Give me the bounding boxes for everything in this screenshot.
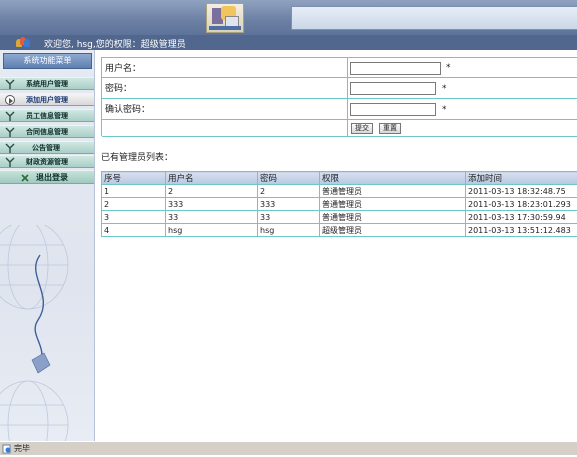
column-header: 密码 — [258, 172, 320, 185]
cell-username: 2 — [166, 185, 258, 198]
admin-table: 序号 用户名 密码 权限 添加时间 1 2 2 普通管理员 2011-03-13… — [101, 171, 577, 237]
cell-password: 333 — [258, 198, 320, 211]
username-input[interactable] — [350, 62, 441, 75]
cell-role: 普通管理员 — [320, 185, 466, 198]
sidebar: 系统功能菜单 系统用户管理 添加用户管理 员工信息管理 合同信息管理 公告管理 … — [0, 50, 95, 441]
sidebar-item-announcements[interactable]: 公告管理 — [0, 141, 95, 154]
cell-username: hsg — [166, 224, 258, 237]
welcome-bar: 欢迎您, hsg,您的权限：超级管理员 — [0, 35, 577, 50]
confirm-password-label: 确认密码： — [105, 102, 150, 115]
form-row-password: 密码： * — [102, 78, 577, 99]
cell-time: 2011-03-13 18:32:48.75 — [466, 185, 577, 198]
add-user-form: 用户名： * 密码： * 确认密码： * 提交 重置 — [101, 57, 577, 136]
status-bar: 完毕 — [0, 441, 577, 455]
page-done-icon — [2, 444, 12, 454]
cell-username: 33 — [166, 211, 258, 224]
column-header: 权限 — [320, 172, 466, 185]
table-row: 4 hsg hsg 超级管理员 2011-03-13 13:51:12.483 — [102, 224, 577, 237]
sidebar-item-label: 财政资源管理 — [26, 157, 68, 167]
table-row: 2 333 333 普通管理员 2011-03-13 18:23:01.293 — [102, 198, 577, 211]
sidebar-item-system-users[interactable]: 系统用户管理 — [0, 77, 95, 90]
antenna-icon — [5, 143, 15, 153]
sidebar-item-label: 公告管理 — [32, 143, 60, 153]
globe-watermark — [0, 225, 95, 441]
sidebar-item-label: 添加用户管理 — [26, 95, 68, 105]
reset-button[interactable]: 重置 — [379, 123, 401, 134]
table-header-row: 序号 用户名 密码 权限 添加时间 — [102, 172, 577, 185]
cell-password: 33 — [258, 211, 320, 224]
antenna-icon — [5, 111, 15, 121]
cell-role: 超级管理员 — [320, 224, 466, 237]
cell-role: 普通管理员 — [320, 198, 466, 211]
play-circle-icon — [5, 95, 15, 105]
cell-index: 3 — [102, 211, 166, 224]
top-banner — [0, 0, 577, 35]
logout-label: 退出登录 — [36, 172, 68, 183]
required-mark: * — [442, 84, 447, 94]
sidebar-item-finance[interactable]: 财政资源管理 — [0, 155, 95, 168]
app-logo — [206, 3, 244, 33]
column-header: 用户名 — [166, 172, 258, 185]
welcome-text: 欢迎您, hsg,您的权限：超级管理员 — [44, 37, 186, 50]
sidebar-item-label: 合同信息管理 — [26, 127, 68, 137]
sidebar-item-label: 员工信息管理 — [26, 111, 68, 121]
sidebar-item-employee-info[interactable]: 员工信息管理 — [0, 109, 95, 122]
status-text: 完毕 — [14, 443, 30, 454]
logout-button[interactable]: 退出登录 — [0, 170, 95, 184]
cell-index: 1 — [102, 185, 166, 198]
antenna-icon — [5, 79, 15, 89]
password-input[interactable] — [350, 82, 436, 95]
antenna-icon — [5, 157, 15, 167]
logout-icon — [20, 173, 30, 183]
cell-password: hsg — [258, 224, 320, 237]
table-row: 1 2 2 普通管理员 2011-03-13 18:32:48.75 — [102, 185, 577, 198]
cell-time: 2011-03-13 13:51:12.483 — [466, 224, 577, 237]
column-header: 添加时间 — [466, 172, 577, 185]
column-header: 序号 — [102, 172, 166, 185]
sidebar-title: 系统功能菜单 — [3, 53, 92, 69]
sidebar-item-add-user[interactable]: 添加用户管理 — [0, 93, 95, 106]
confirm-password-input[interactable] — [350, 103, 436, 116]
username-label: 用户名： — [105, 61, 141, 74]
cell-index: 4 — [102, 224, 166, 237]
table-row: 3 33 33 普通管理员 2011-03-13 17:30:59.94 — [102, 211, 577, 224]
banner-panel — [291, 6, 577, 30]
cell-role: 普通管理员 — [320, 211, 466, 224]
users-icon — [16, 37, 30, 48]
password-label: 密码： — [105, 81, 132, 94]
submit-button[interactable]: 提交 — [351, 123, 373, 134]
cell-password: 2 — [258, 185, 320, 198]
cell-index: 2 — [102, 198, 166, 211]
form-row-username: 用户名： * — [102, 58, 577, 78]
sidebar-item-label: 系统用户管理 — [26, 79, 68, 89]
cell-username: 333 — [166, 198, 258, 211]
sidebar-item-contract-info[interactable]: 合同信息管理 — [0, 125, 95, 138]
form-row-buttons: 提交 重置 — [102, 120, 577, 137]
required-mark: * — [442, 105, 447, 115]
admin-list-title: 已有管理员列表： — [101, 150, 173, 163]
cell-time: 2011-03-13 17:30:59.94 — [466, 211, 577, 224]
antenna-icon — [5, 127, 15, 137]
cell-time: 2011-03-13 18:23:01.293 — [466, 198, 577, 211]
form-row-confirm: 确认密码： * — [102, 99, 577, 120]
required-mark: * — [446, 63, 451, 73]
